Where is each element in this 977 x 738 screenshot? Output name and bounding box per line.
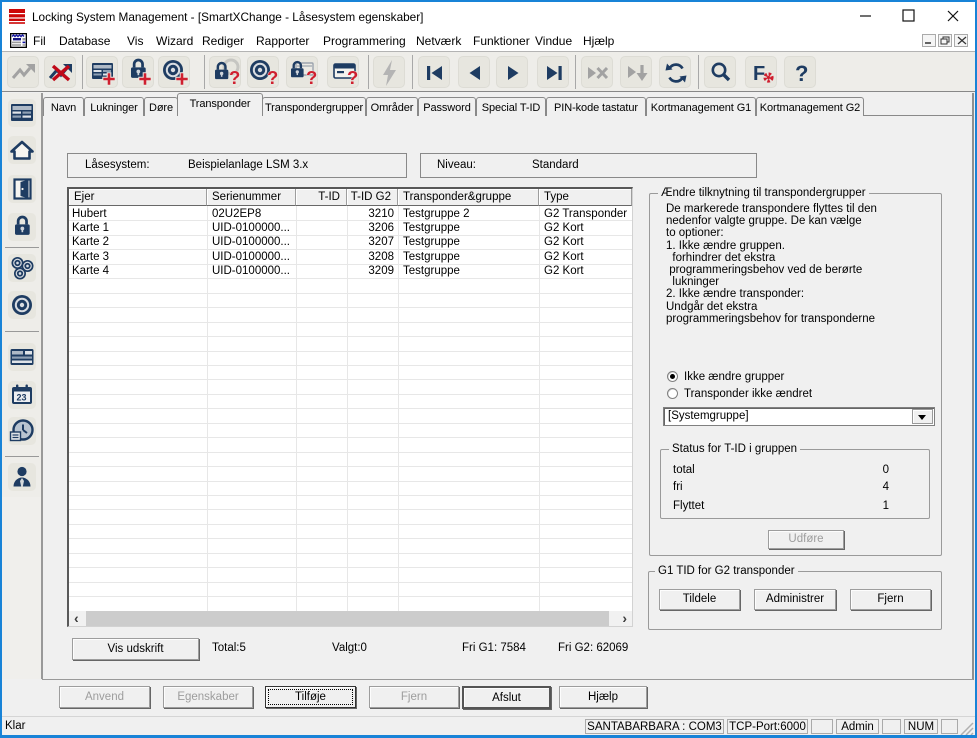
svg-text:F: F bbox=[753, 63, 765, 85]
svg-text:?: ? bbox=[306, 67, 317, 88]
svg-text:23: 23 bbox=[17, 393, 27, 403]
svg-text:?: ? bbox=[347, 67, 358, 88]
svg-text:?: ? bbox=[267, 67, 278, 88]
svg-text:?: ? bbox=[229, 67, 240, 88]
svg-text:?: ? bbox=[795, 61, 808, 86]
